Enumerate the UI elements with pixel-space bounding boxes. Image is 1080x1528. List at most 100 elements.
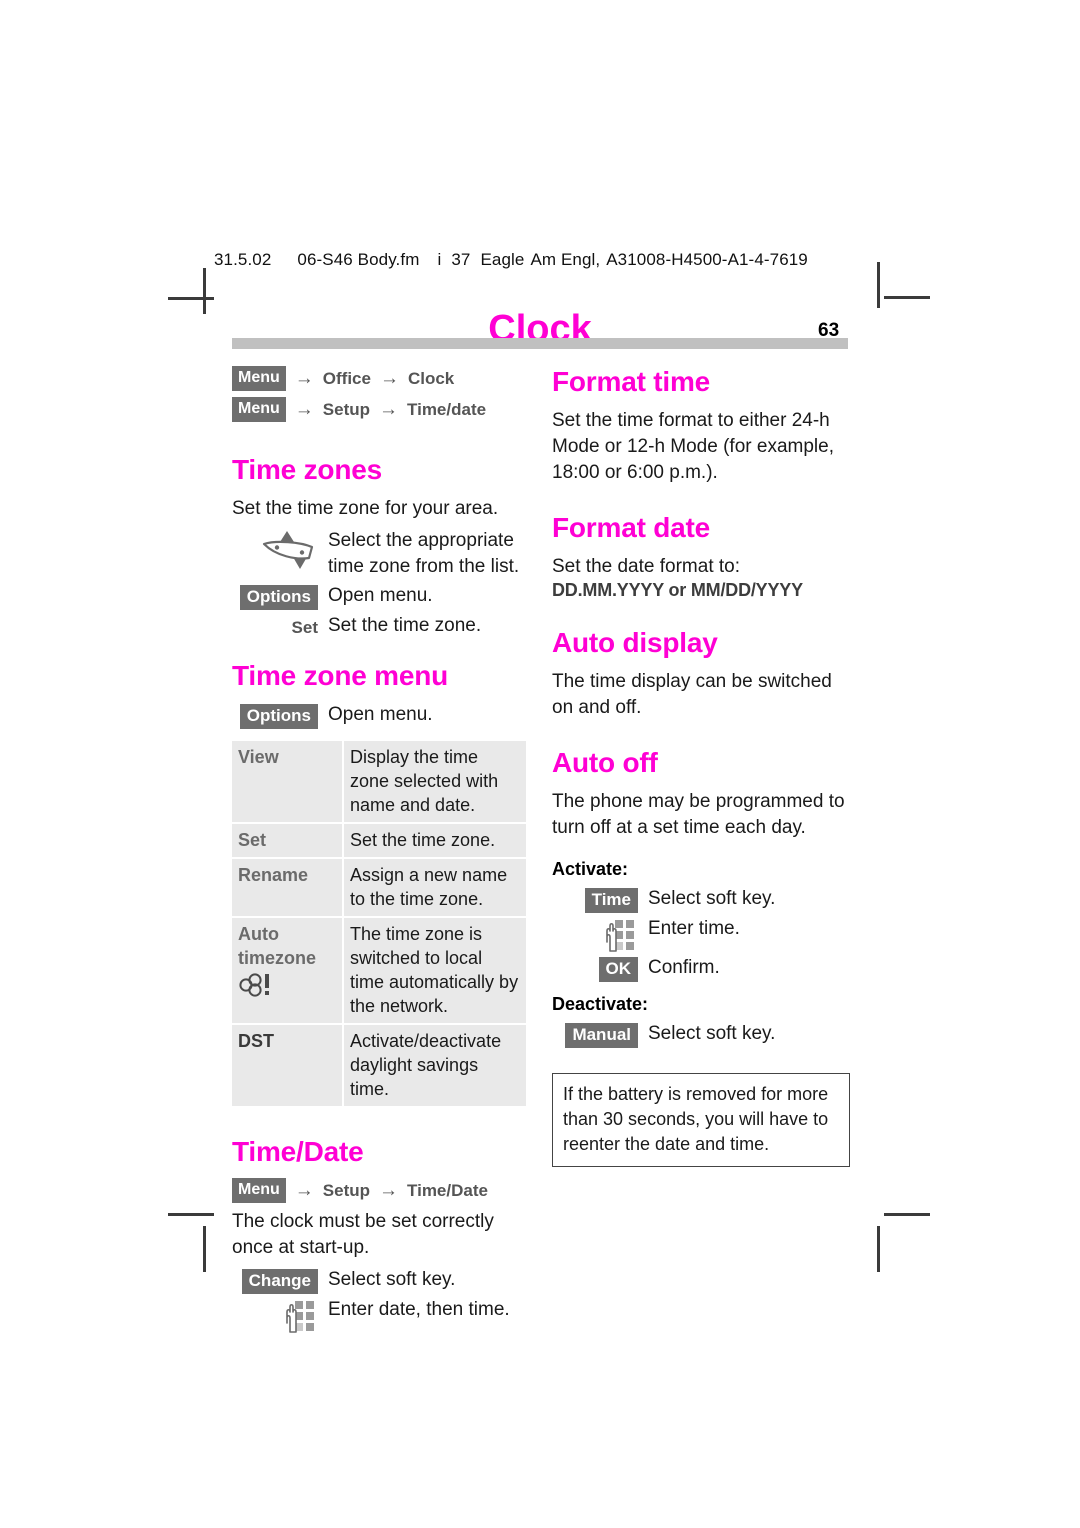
softkey-options[interactable]: Options — [239, 585, 318, 610]
step-gutter: Options — [232, 583, 328, 610]
auto-off-body: The phone may be programmed to turn off … — [552, 791, 845, 838]
battery-note-text: If the battery is removed for more than … — [563, 1084, 829, 1154]
arrow-right-icon: → — [294, 1180, 314, 1201]
menu-key-badge[interactable]: Menu — [232, 1178, 286, 1203]
softkey-ok[interactable]: OK — [598, 957, 638, 982]
step-gutter: Change — [232, 1267, 328, 1294]
network-alert-icon — [239, 973, 269, 997]
step-select-timezone: Select the appropriate time zone from th… — [232, 528, 530, 580]
table-cell-option-label: Auto timezone — [238, 924, 317, 968]
running-head-marker: i — [437, 250, 442, 269]
auto-off-deactivate-label: Deactivate: — [552, 994, 649, 1014]
step-time-softkey: Time Select soft key. — [552, 886, 850, 913]
step-description: Select soft key. — [648, 1023, 776, 1044]
table-row: Set Set the time zone. — [232, 823, 526, 859]
navigation-key-icon — [262, 531, 314, 569]
table-row: Rename Assign a new name to the time zon… — [232, 858, 526, 918]
table-cell-option[interactable]: Auto timezone — [232, 917, 344, 1025]
step-description: Select soft key. — [648, 888, 776, 909]
keypad-hand-icon — [286, 1301, 314, 1333]
running-head: 31.5.02 06-S46 Body.fm i 37 Eagle Am Engl, A31… — [214, 250, 808, 270]
table-cell-option[interactable]: View — [232, 741, 344, 824]
step-gutter — [232, 528, 328, 570]
crop-mark-top-right-vertical — [877, 262, 880, 308]
section-heading-time-date: Time/Date — [232, 1136, 364, 1167]
table-cell-option[interactable]: DST — [232, 1024, 344, 1106]
crop-mark-top-right-horizontal — [884, 296, 930, 299]
time-date-intro: The clock must be set correctly once at … — [232, 1211, 494, 1258]
arrow-right-icon: → — [379, 368, 399, 389]
step-gutter — [232, 1297, 328, 1333]
softkey-time[interactable]: Time — [584, 888, 638, 913]
format-date-formats: DD.MM.YYYY or MM/DD/YYYY — [552, 580, 803, 600]
step-description: Select the appropriate time zone from th… — [328, 530, 520, 577]
step-manual-softkey: Manual Select soft key. — [552, 1021, 850, 1048]
time-zone-options-table: View Display the time zone selected with… — [232, 741, 526, 1106]
menuitem-set[interactable]: Set — [292, 615, 318, 641]
table-cell-option[interactable]: Rename — [232, 858, 344, 918]
running-head-date: 31.5.02 — [214, 250, 272, 269]
section-heading-auto-off: Auto off — [552, 747, 658, 778]
arrow-right-icon: → — [294, 368, 314, 389]
right-column: Format time Set the time format to eithe… — [552, 366, 850, 1167]
crop-mark-bottom-right-vertical — [877, 1226, 880, 1272]
section-heading-time-zones: Time zones — [232, 454, 382, 485]
running-head-language: Am Engl, — [530, 250, 601, 269]
step-description: Enter time. — [648, 918, 740, 939]
breadcrumb-office-clock[interactable]: Menu → Office → Clock — [232, 366, 530, 391]
arrow-right-icon: → — [379, 1180, 399, 1201]
step-gutter — [552, 916, 648, 952]
page-number: 63 — [818, 320, 840, 341]
step-gutter: Time — [552, 886, 648, 913]
running-head-number: 37 — [451, 250, 471, 269]
step-gutter: OK — [552, 955, 648, 982]
step-set-timezone: Set Set the time zone. — [232, 613, 530, 641]
softkey-manual[interactable]: Manual — [565, 1023, 638, 1048]
table-row: DST Activate/deactivate daylight savings… — [232, 1024, 526, 1106]
breadcrumb-item-clock[interactable]: Clock — [408, 369, 454, 389]
section-heading-time-zone-menu: Time zone menu — [232, 660, 449, 691]
table-cell-description: Activate/deactivate daylight savings tim… — [343, 1024, 526, 1106]
table-row: View Display the time zone selected with… — [232, 741, 526, 824]
crop-mark-bottom-left-vertical — [203, 1226, 206, 1272]
auto-display-body: The time display can be switched on and … — [552, 671, 832, 718]
breadcrumb-item-time-date[interactable]: Time/Date — [407, 1181, 488, 1201]
auto-off-activate-steps: Time Select soft key. Enter time. OK Con… — [552, 886, 850, 982]
step-options-open-menu: Options Open menu. — [232, 583, 530, 610]
table-row: Auto timezone The time zone is switched … — [232, 917, 526, 1025]
step-ok-confirm: OK Confirm. — [552, 955, 850, 982]
format-time-body: Set the time format to either 24-h Mode … — [552, 410, 834, 483]
step-gutter: Set — [232, 613, 328, 641]
auto-off-deactivate-steps: Manual Select soft key. — [552, 1021, 850, 1048]
crop-mark-top-left-vertical — [203, 268, 206, 314]
step-gutter: Options — [232, 702, 328, 729]
breadcrumb-item-setup[interactable]: Setup — [323, 400, 370, 420]
manual-page: 31.5.02 06-S46 Body.fm i 37 Eagle Am Engl, A31… — [0, 0, 1080, 1528]
running-head-project: Eagle — [480, 250, 525, 269]
menu-key-badge[interactable]: Menu — [232, 366, 286, 391]
softkey-options[interactable]: Options — [239, 704, 318, 729]
menu-key-badge[interactable]: Menu — [232, 397, 286, 422]
section-heading-format-time: Format time — [552, 366, 711, 397]
softkey-change[interactable]: Change — [241, 1269, 318, 1294]
step-description: Confirm. — [648, 957, 720, 978]
breadcrumb-item-setup[interactable]: Setup — [323, 1181, 370, 1201]
time-date-steps: Change Select soft key. Enter date, then… — [232, 1267, 530, 1333]
breadcrumb-setup-time-date[interactable]: Menu → Setup → Time/Date — [232, 1178, 530, 1203]
step-enter-date-time: Enter date, then time. — [232, 1297, 530, 1333]
table-cell-option[interactable]: Set — [232, 823, 344, 859]
battery-note-box: If the battery is removed for more than … — [552, 1073, 850, 1167]
keypad-hand-icon — [606, 920, 634, 952]
format-date-body: Set the date format to: — [552, 556, 740, 577]
arrow-right-icon: → — [379, 399, 399, 420]
header-rule — [232, 338, 848, 349]
section-heading-format-date: Format date — [552, 512, 711, 543]
step-change-softkey: Change Select soft key. — [232, 1267, 530, 1294]
breadcrumb-item-office[interactable]: Office — [323, 369, 371, 389]
table-cell-description: Set the time zone. — [343, 823, 526, 859]
breadcrumb-item-timedate[interactable]: Time/date — [407, 400, 486, 420]
crop-mark-bottom-right-horizontal — [884, 1213, 930, 1216]
section-heading-auto-display: Auto display — [552, 627, 718, 658]
left-column: Menu → Office → Clock Menu → Setup → Tim… — [232, 366, 530, 1336]
breadcrumb-setup-timedate[interactable]: Menu → Setup → Time/date — [232, 397, 530, 422]
